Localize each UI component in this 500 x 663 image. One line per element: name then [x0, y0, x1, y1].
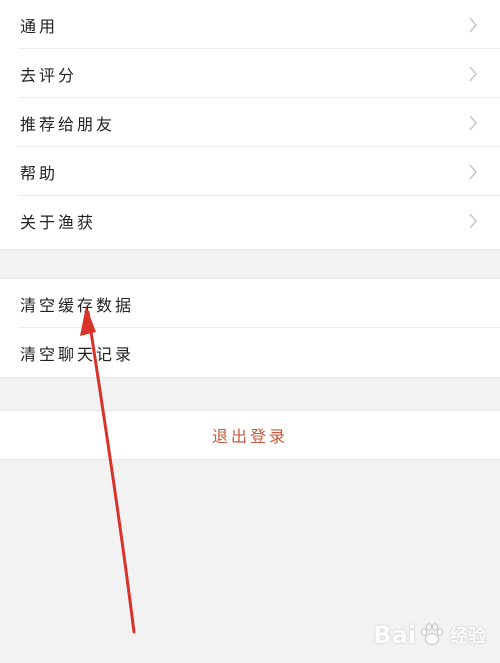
settings-item-general[interactable]: 通用 [0, 0, 500, 49]
paw-icon [420, 623, 444, 645]
settings-item-clear-chat[interactable]: 清空聊天记录 [0, 328, 500, 377]
settings-item-label: 清空聊天记录 [20, 344, 135, 364]
chevron-right-icon [469, 164, 477, 179]
settings-item-label: 清空缓存数据 [20, 295, 135, 315]
settings-group-general: 通用 去评分 推荐给朋友 帮助 关于渔获 [0, 0, 500, 250]
logout-button[interactable]: 退出登录 [0, 411, 500, 459]
settings-item-about[interactable]: 关于渔获 [0, 196, 500, 245]
settings-item-rate[interactable]: 去评分 [0, 49, 500, 98]
watermark-suffix: 经验 [450, 626, 486, 647]
settings-item-label: 推荐给朋友 [20, 114, 116, 134]
settings-group-data: 清空缓存数据 清空聊天记录 [0, 278, 500, 378]
chevron-right-icon [469, 115, 477, 130]
settings-item-label: 通用 [20, 16, 59, 36]
watermark-brand: Bai [373, 621, 416, 649]
chevron-right-icon [469, 17, 477, 32]
settings-item-label: 关于渔获 [20, 212, 97, 232]
settings-item-recommend[interactable]: 推荐给朋友 [0, 98, 500, 147]
baidu-jingyan-watermark: Bai 经验 [373, 615, 486, 655]
logout-group: 退出登录 [0, 410, 500, 460]
chevron-right-icon [469, 213, 477, 228]
settings-item-help[interactable]: 帮助 [0, 147, 500, 196]
settings-item-label: 去评分 [20, 65, 78, 85]
chevron-right-icon [469, 66, 477, 81]
settings-item-clear-cache[interactable]: 清空缓存数据 [0, 279, 500, 328]
settings-item-label: 帮助 [20, 163, 59, 183]
